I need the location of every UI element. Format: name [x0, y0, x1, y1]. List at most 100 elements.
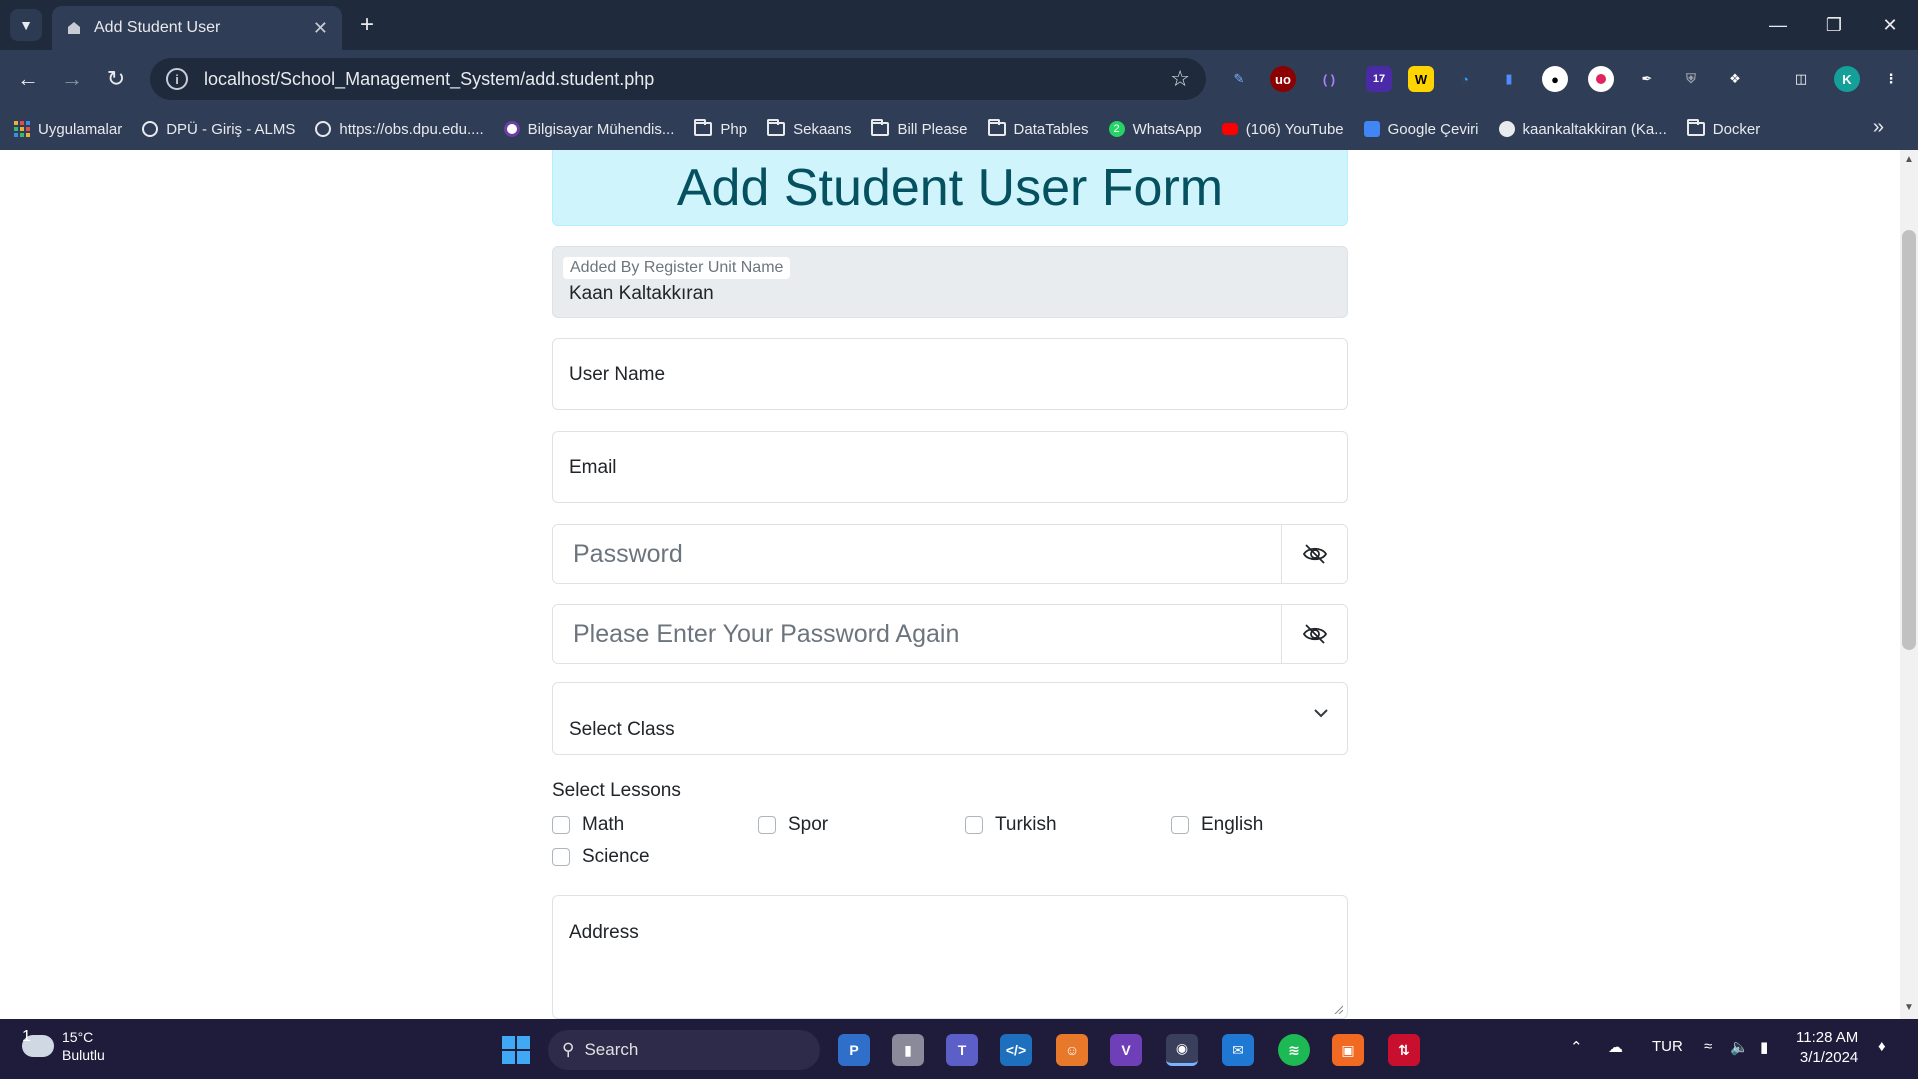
checkbox-box[interactable]: [1171, 816, 1189, 834]
bookmark-youtube[interactable]: (106) YouTube: [1221, 121, 1344, 138]
bookmarks-list: Uygulamalar DPÜ - Giriş - ALMS https://o…: [14, 108, 1760, 150]
volume-icon[interactable]: 🔈: [1730, 1038, 1749, 1056]
weather-description: Bulutlu: [62, 1047, 105, 1063]
checkbox-box[interactable]: [758, 816, 776, 834]
extensions-puzzle-icon[interactable]: ❖: [1722, 66, 1748, 92]
toggle-password-button[interactable]: [1281, 525, 1347, 583]
bookmark-folder-datatables[interactable]: DataTables: [987, 119, 1089, 138]
more-bookmarks-icon[interactable]: »: [1873, 116, 1884, 139]
shield-icon[interactable]: ⛨: [1678, 66, 1704, 92]
battery-icon[interactable]: ▮: [1760, 1038, 1768, 1056]
password-input[interactable]: [553, 525, 1281, 583]
checkbox-box[interactable]: [552, 816, 570, 834]
bookmark-github[interactable]: kaankaltakkiran (Ka...: [1498, 121, 1667, 138]
extension-edge-icon[interactable]: ◔: [1452, 66, 1478, 92]
bookmark-label: Docker: [1712, 120, 1761, 138]
vscode-icon[interactable]: </>: [1000, 1034, 1032, 1066]
system-clock[interactable]: 11:28 AM 3/1/2024: [1796, 1028, 1858, 1068]
mail-icon[interactable]: ✉: [1222, 1034, 1254, 1066]
bookmark-whatsapp[interactable]: 2 WhatsApp: [1108, 121, 1202, 138]
chrome-icon[interactable]: ◉: [1166, 1034, 1198, 1066]
lesson-math-checkbox[interactable]: Math: [552, 814, 624, 836]
file-explorer-icon[interactable]: ▮: [892, 1034, 924, 1066]
folder-icon: [871, 119, 890, 136]
bookmark-label: DataTables: [1013, 120, 1089, 138]
extension-badge-icon[interactable]: 17: [1366, 66, 1392, 92]
extension-brackets-icon[interactable]: ( ): [1316, 66, 1342, 92]
extension-doc-icon[interactable]: ▮: [1496, 66, 1522, 92]
bookmark-folder-php[interactable]: Php: [694, 119, 747, 138]
bookmark-star-icon[interactable]: ☆: [1170, 66, 1190, 92]
eye-slash-icon: [1302, 624, 1327, 644]
lesson-science-checkbox[interactable]: Science: [552, 846, 650, 868]
folder-icon: [694, 119, 713, 136]
language-indicator[interactable]: TUR: [1652, 1038, 1683, 1055]
bookmark-google-ceviri[interactable]: Google Çeviri: [1363, 121, 1479, 138]
resize-handle-icon[interactable]: [1333, 1004, 1343, 1014]
menu-kebab-icon[interactable]: ⋮: [1878, 66, 1904, 92]
back-button[interactable]: ←: [12, 63, 44, 95]
lesson-turkish-checkbox[interactable]: Turkish: [965, 814, 1057, 836]
reload-button[interactable]: ↻: [100, 63, 132, 95]
extension-record-icon[interactable]: [1588, 66, 1614, 92]
app-orange-icon[interactable]: ☺: [1056, 1034, 1088, 1066]
lesson-label: Spor: [788, 814, 829, 835]
page-favicon-icon: [68, 22, 80, 34]
page-scrollbar[interactable]: ▲ ▼: [1900, 150, 1918, 1019]
close-window-button[interactable]: ✕: [1862, 0, 1918, 50]
side-panel-icon[interactable]: ◫: [1788, 66, 1814, 92]
bookmark-bilgisayar-muhendis[interactable]: Bilgisayar Mühendis...: [503, 121, 674, 138]
site-info-icon[interactable]: i: [166, 68, 188, 90]
visual-studio-icon[interactable]: V: [1110, 1034, 1142, 1066]
notifications-bell-icon[interactable]: ♦: [1878, 1038, 1886, 1055]
checkbox-box[interactable]: [552, 848, 570, 866]
extension-wrench-icon[interactable]: ✎: [1226, 66, 1252, 92]
bookmark-obs-dpu[interactable]: https://obs.dpu.edu....: [315, 121, 484, 138]
taskbar-search[interactable]: ⚲ Search: [548, 1030, 820, 1070]
extension-circle-icon[interactable]: ●: [1542, 66, 1568, 92]
bookmark-folder-sekaans[interactable]: Sekaans: [767, 119, 851, 138]
tab-add-student-user[interactable]: Add Student User ✕: [52, 6, 342, 50]
teams-icon[interactable]: T: [946, 1034, 978, 1066]
spotify-icon[interactable]: ≋: [1278, 1034, 1310, 1066]
restore-button[interactable]: ❐: [1806, 0, 1862, 50]
onedrive-icon[interactable]: ☁: [1608, 1038, 1623, 1056]
new-tab-button[interactable]: +: [352, 10, 382, 40]
profile-avatar[interactable]: K: [1834, 66, 1860, 92]
forward-button[interactable]: →: [56, 63, 88, 95]
wifi-icon[interactable]: ≈: [1704, 1038, 1712, 1055]
password-again-input[interactable]: [553, 605, 1281, 663]
username-input[interactable]: User Name: [552, 338, 1348, 410]
scroll-down-icon[interactable]: ▼: [1904, 1002, 1914, 1013]
app-box-icon[interactable]: ▣: [1332, 1034, 1364, 1066]
extension-w-icon[interactable]: W: [1408, 66, 1434, 92]
bookmark-label: Bill Please: [897, 120, 968, 138]
app-pre-icon[interactable]: P: [838, 1034, 870, 1066]
bookmark-dpu-alms[interactable]: DPÜ - Giriş - ALMS: [142, 121, 295, 138]
tab-close-icon[interactable]: ✕: [313, 18, 328, 39]
weather-widget[interactable]: 15°C Bulutlu: [22, 1028, 105, 1064]
lesson-spor-checkbox[interactable]: Spor: [758, 814, 828, 836]
ublock-icon[interactable]: uo: [1270, 66, 1296, 92]
minimize-button[interactable]: —: [1750, 0, 1806, 50]
address-textarea[interactable]: Address: [552, 895, 1348, 1019]
app-red-icon[interactable]: ⇅: [1388, 1034, 1420, 1066]
youtube-icon: [1221, 123, 1238, 135]
scrollbar-thumb[interactable]: [1902, 230, 1916, 650]
windows-start-icon[interactable]: [500, 1034, 532, 1066]
lesson-english-checkbox[interactable]: English: [1171, 814, 1263, 836]
email-input[interactable]: Email: [552, 431, 1348, 503]
show-hidden-icons[interactable]: ⌃: [1570, 1038, 1583, 1056]
toggle-password-again-button[interactable]: [1281, 605, 1347, 663]
address-bar[interactable]: i localhost/School_Management_System/add…: [150, 58, 1206, 100]
tab-search-button[interactable]: ▼: [10, 9, 42, 41]
globe-icon: [315, 121, 332, 137]
bookmark-folder-bill-please[interactable]: Bill Please: [871, 119, 968, 138]
eyedropper-icon[interactable]: ✒: [1634, 66, 1660, 92]
checkbox-box[interactable]: [965, 816, 983, 834]
bookmark-uygulamalar[interactable]: Uygulamalar: [14, 121, 122, 138]
select-class-dropdown[interactable]: Select Class: [552, 682, 1348, 755]
chevron-down-icon: [1314, 709, 1328, 718]
bookmark-folder-docker[interactable]: Docker: [1686, 119, 1761, 138]
scroll-up-icon[interactable]: ▲: [1904, 154, 1914, 165]
